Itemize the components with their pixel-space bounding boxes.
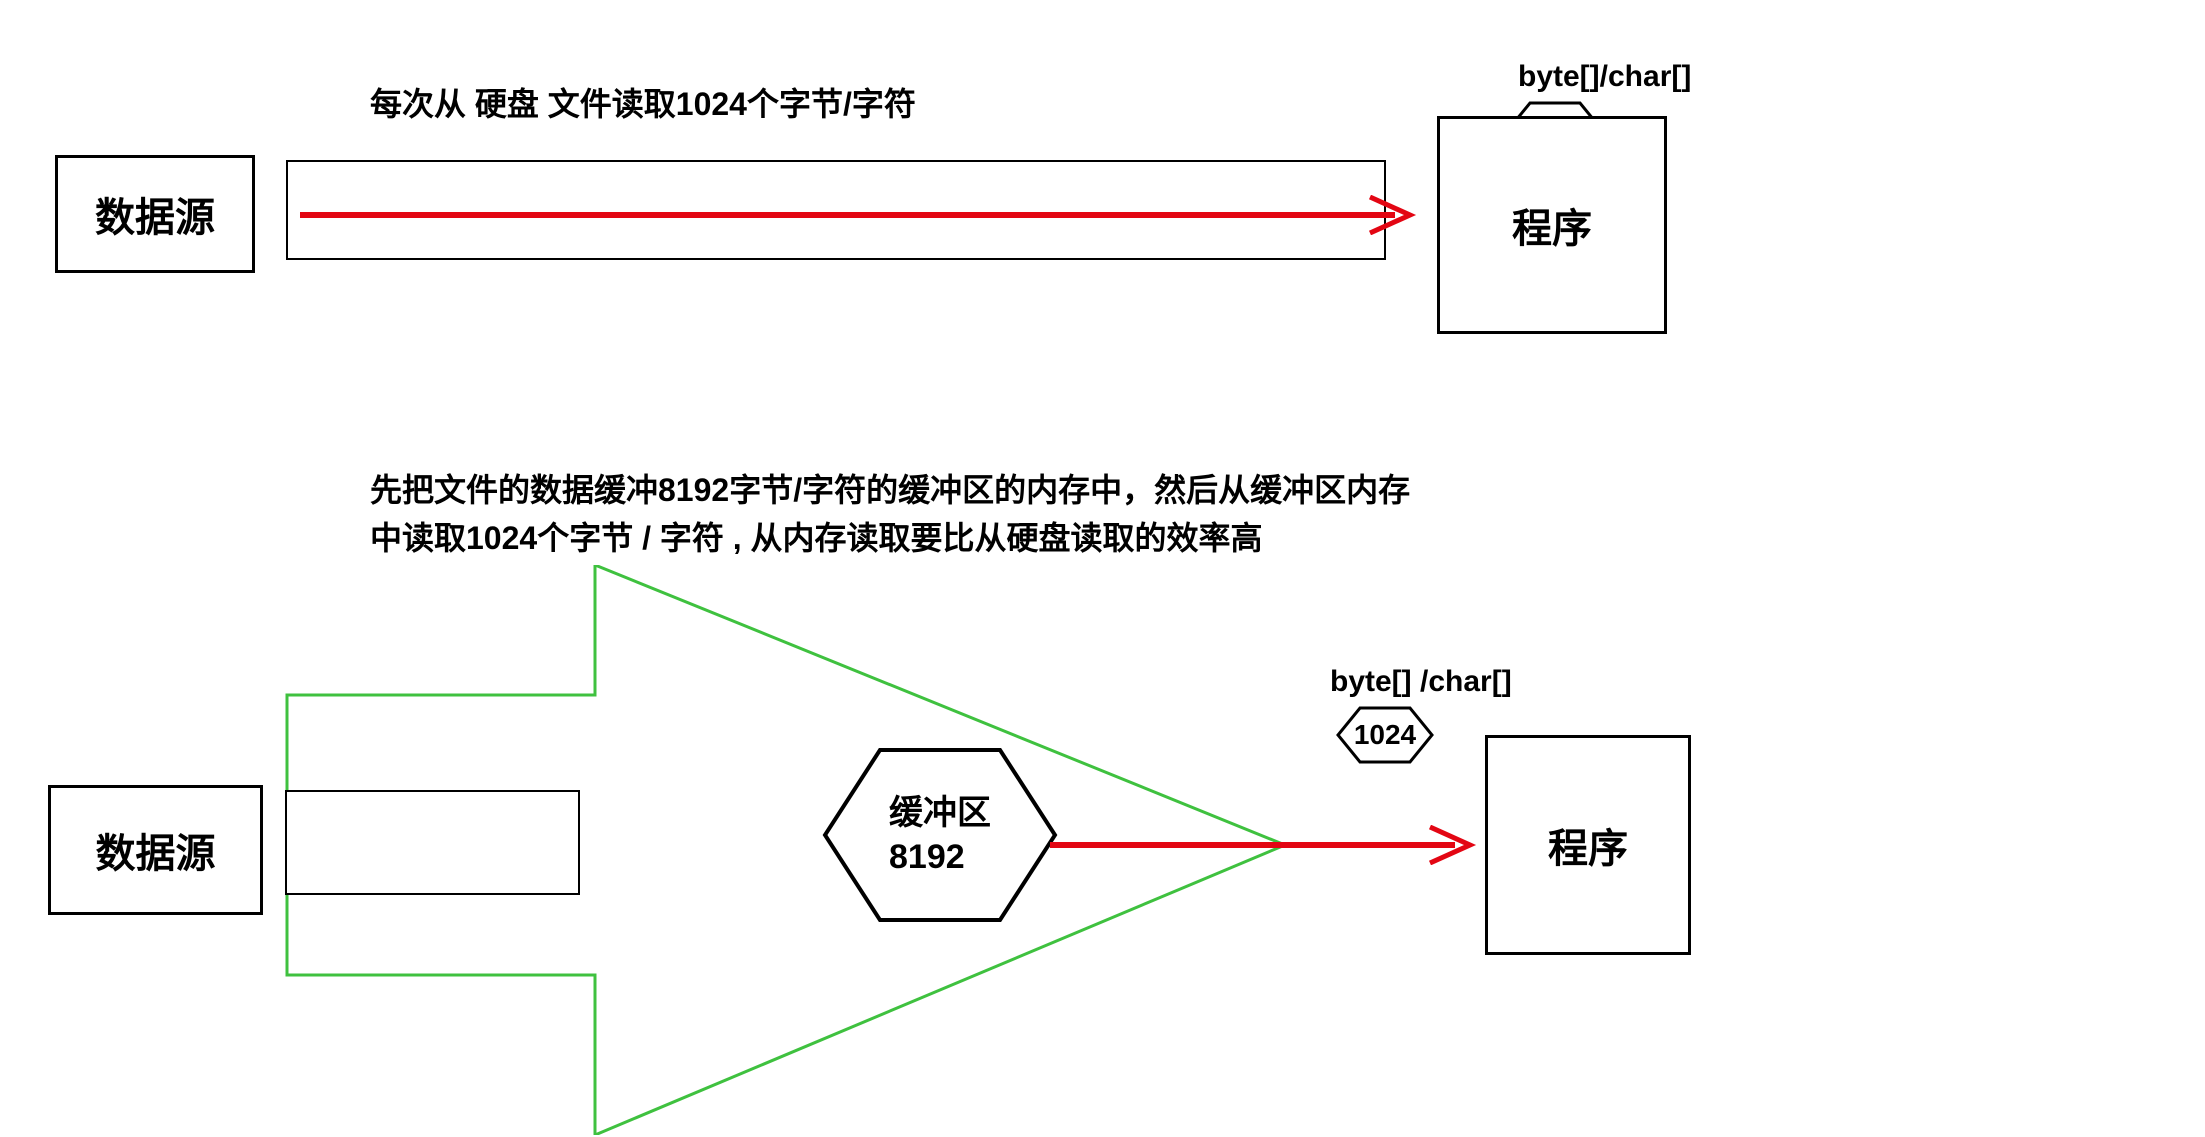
bottom-hexagon-1024: 1024 [1335, 705, 1435, 765]
buffer-hexagon: 缓冲区 8192 [820, 745, 1060, 925]
bottom-red-arrow [1050, 825, 1490, 865]
top-target-box: 程序 [1437, 116, 1667, 334]
top-source-box: 数据源 [55, 155, 255, 273]
bottom-channel [285, 790, 580, 895]
top-byte-char-label: byte[]/char[] [1518, 60, 1691, 94]
bottom-caption: 先把文件的数据缓冲8192字节/字符的缓冲区的内存中，然后从缓冲区内存 中读取1… [370, 466, 1470, 562]
bottom-target-box: 程序 [1485, 735, 1691, 955]
bottom-byte-char-label: byte[] /char[] [1330, 665, 1512, 699]
top-caption: 每次从 硬盘 文件读取1024个字节/字符 [370, 80, 916, 128]
top-red-arrow [300, 195, 1430, 235]
bottom-source-box: 数据源 [48, 785, 263, 915]
